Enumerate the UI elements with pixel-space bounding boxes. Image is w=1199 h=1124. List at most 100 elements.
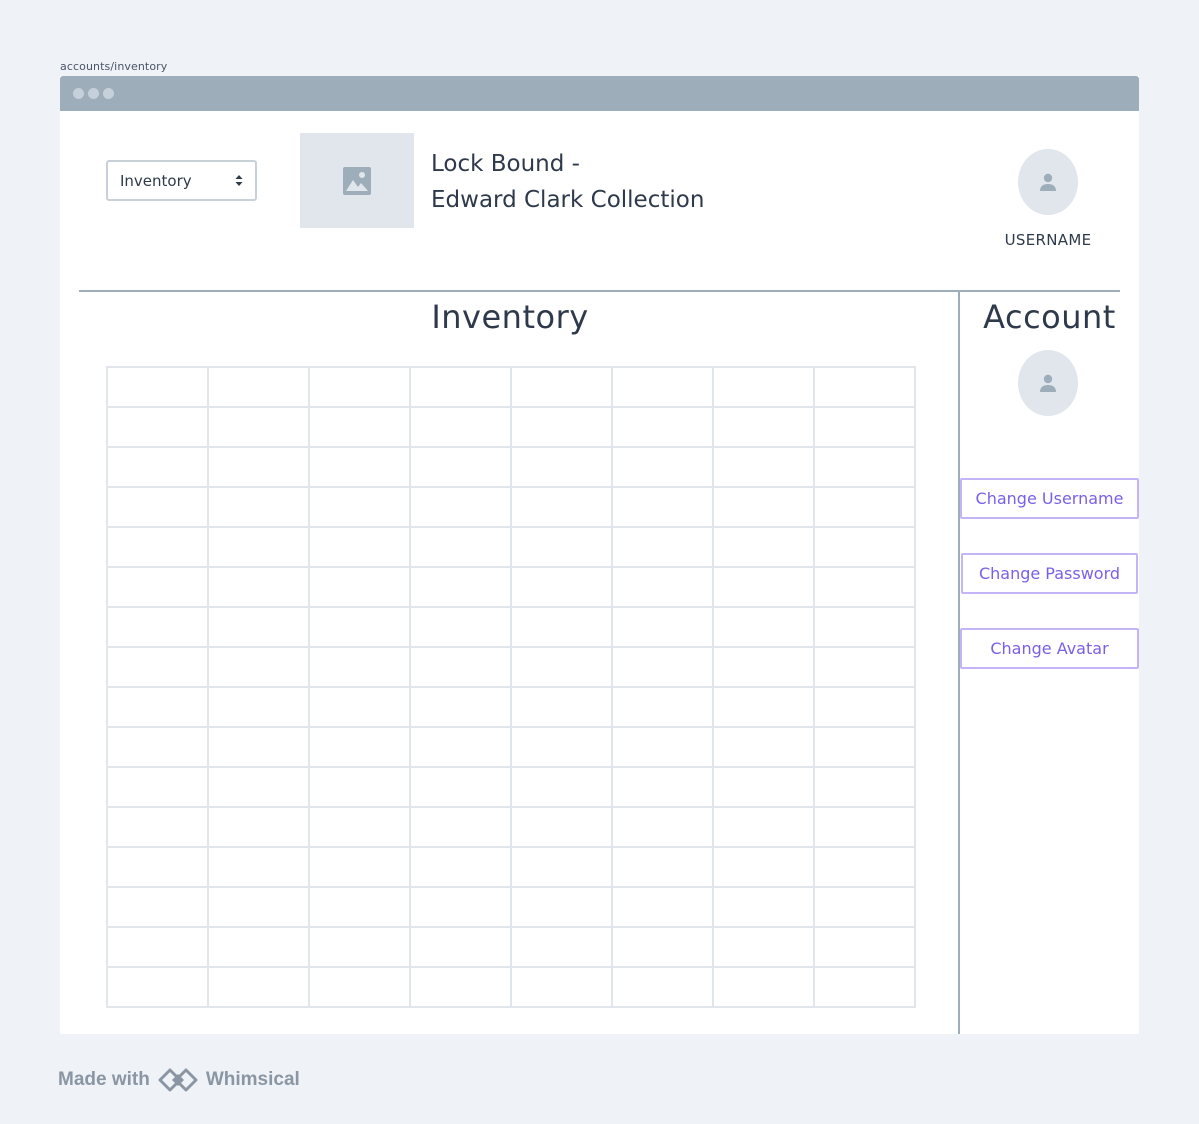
inventory-cell[interactable] — [712, 766, 815, 808]
inventory-cell[interactable] — [510, 966, 613, 1008]
inventory-cell[interactable] — [510, 886, 613, 928]
inventory-cell[interactable] — [308, 766, 411, 808]
inventory-cell[interactable] — [409, 846, 512, 888]
inventory-cell[interactable] — [409, 366, 512, 408]
inventory-cell[interactable] — [106, 486, 209, 528]
inventory-cell[interactable] — [106, 406, 209, 448]
inventory-cell[interactable] — [611, 606, 714, 648]
inventory-cell[interactable] — [308, 606, 411, 648]
change-avatar-button[interactable]: Change Avatar — [960, 628, 1139, 669]
inventory-cell[interactable] — [308, 646, 411, 688]
inventory-cell[interactable] — [308, 526, 411, 568]
inventory-cell[interactable] — [106, 766, 209, 808]
inventory-cell[interactable] — [308, 446, 411, 488]
inventory-cell[interactable] — [106, 926, 209, 968]
inventory-cell[interactable] — [207, 646, 310, 688]
inventory-cell[interactable] — [106, 966, 209, 1008]
inventory-cell[interactable] — [409, 926, 512, 968]
inventory-cell[interactable] — [712, 446, 815, 488]
inventory-cell[interactable] — [611, 406, 714, 448]
inventory-cell[interactable] — [712, 966, 815, 1008]
inventory-cell[interactable] — [611, 486, 714, 528]
inventory-cell[interactable] — [106, 726, 209, 768]
section-select[interactable]: Inventory — [106, 160, 257, 201]
inventory-cell[interactable] — [409, 966, 512, 1008]
inventory-cell[interactable] — [813, 366, 916, 408]
inventory-cell[interactable] — [813, 406, 916, 448]
inventory-cell[interactable] — [308, 686, 411, 728]
inventory-cell[interactable] — [207, 526, 310, 568]
inventory-cell[interactable] — [510, 686, 613, 728]
inventory-cell[interactable] — [813, 526, 916, 568]
inventory-cell[interactable] — [712, 646, 815, 688]
inventory-cell[interactable] — [611, 886, 714, 928]
inventory-cell[interactable] — [106, 686, 209, 728]
inventory-cell[interactable] — [510, 526, 613, 568]
inventory-cell[interactable] — [712, 726, 815, 768]
inventory-cell[interactable] — [510, 726, 613, 768]
inventory-cell[interactable] — [207, 566, 310, 608]
inventory-cell[interactable] — [106, 886, 209, 928]
inventory-cell[interactable] — [207, 766, 310, 808]
inventory-cell[interactable] — [510, 566, 613, 608]
inventory-cell[interactable] — [712, 846, 815, 888]
inventory-cell[interactable] — [510, 446, 613, 488]
inventory-cell[interactable] — [611, 726, 714, 768]
inventory-cell[interactable] — [106, 646, 209, 688]
inventory-cell[interactable] — [813, 486, 916, 528]
inventory-cell[interactable] — [409, 606, 512, 648]
inventory-cell[interactable] — [409, 766, 512, 808]
footer-branding[interactable]: Made with Whimsical — [58, 1066, 300, 1094]
inventory-cell[interactable] — [308, 806, 411, 848]
inventory-cell[interactable] — [611, 646, 714, 688]
inventory-cell[interactable] — [106, 566, 209, 608]
inventory-cell[interactable] — [510, 366, 613, 408]
inventory-cell[interactable] — [409, 406, 512, 448]
inventory-cell[interactable] — [409, 686, 512, 728]
inventory-cell[interactable] — [712, 686, 815, 728]
inventory-cell[interactable] — [409, 486, 512, 528]
inventory-cell[interactable] — [106, 366, 209, 408]
inventory-cell[interactable] — [207, 406, 310, 448]
inventory-cell[interactable] — [207, 886, 310, 928]
inventory-cell[interactable] — [308, 486, 411, 528]
inventory-cell[interactable] — [308, 566, 411, 608]
inventory-cell[interactable] — [207, 926, 310, 968]
inventory-cell[interactable] — [712, 926, 815, 968]
inventory-cell[interactable] — [611, 926, 714, 968]
inventory-cell[interactable] — [510, 646, 613, 688]
inventory-cell[interactable] — [813, 606, 916, 648]
user-avatar[interactable] — [1018, 149, 1078, 215]
inventory-cell[interactable] — [813, 686, 916, 728]
inventory-cell[interactable] — [409, 806, 512, 848]
inventory-cell[interactable] — [813, 886, 916, 928]
inventory-cell[interactable] — [308, 926, 411, 968]
inventory-cell[interactable] — [510, 806, 613, 848]
inventory-cell[interactable] — [611, 846, 714, 888]
inventory-cell[interactable] — [207, 806, 310, 848]
inventory-cell[interactable] — [308, 406, 411, 448]
inventory-cell[interactable] — [510, 766, 613, 808]
inventory-cell[interactable] — [510, 926, 613, 968]
change-username-button[interactable]: Change Username — [960, 478, 1139, 519]
inventory-cell[interactable] — [712, 486, 815, 528]
inventory-cell[interactable] — [611, 446, 714, 488]
inventory-cell[interactable] — [611, 366, 714, 408]
inventory-cell[interactable] — [611, 566, 714, 608]
inventory-cell[interactable] — [510, 846, 613, 888]
inventory-cell[interactable] — [813, 646, 916, 688]
change-password-button[interactable]: Change Password — [961, 553, 1138, 594]
inventory-cell[interactable] — [712, 406, 815, 448]
inventory-cell[interactable] — [510, 486, 613, 528]
inventory-cell[interactable] — [409, 726, 512, 768]
inventory-cell[interactable] — [308, 886, 411, 928]
inventory-cell[interactable] — [813, 846, 916, 888]
inventory-cell[interactable] — [207, 366, 310, 408]
inventory-cell[interactable] — [308, 366, 411, 408]
inventory-cell[interactable] — [106, 526, 209, 568]
inventory-cell[interactable] — [207, 846, 310, 888]
inventory-cell[interactable] — [813, 566, 916, 608]
inventory-cell[interactable] — [409, 566, 512, 608]
inventory-cell[interactable] — [611, 766, 714, 808]
inventory-cell[interactable] — [207, 606, 310, 648]
